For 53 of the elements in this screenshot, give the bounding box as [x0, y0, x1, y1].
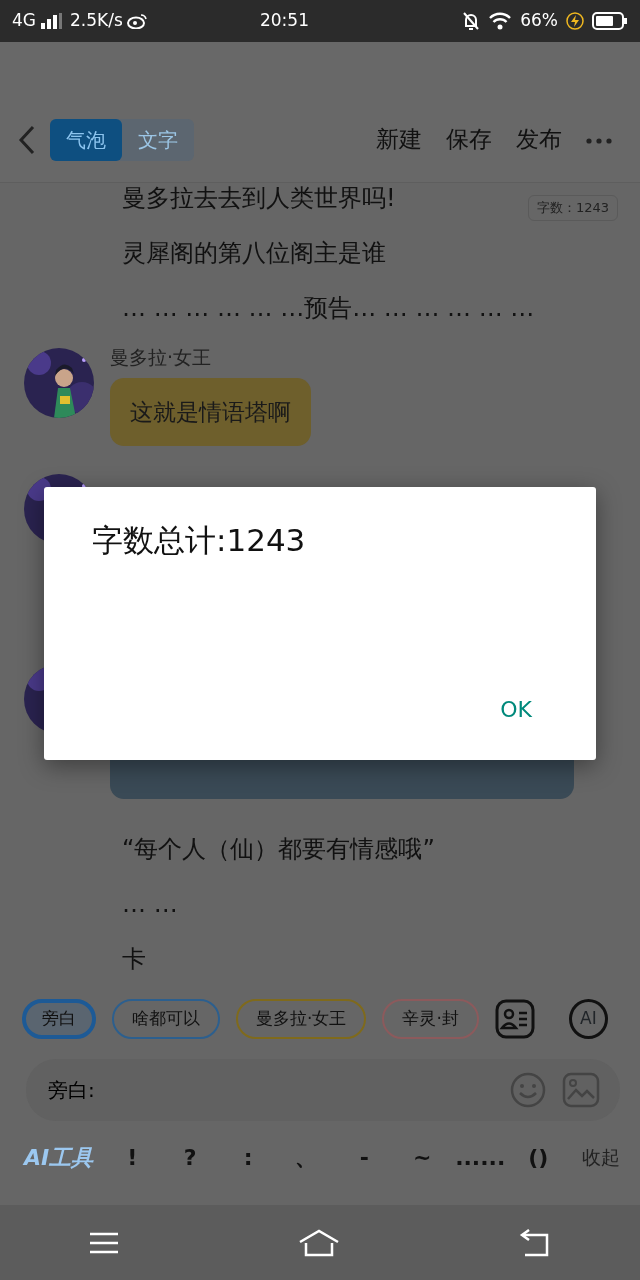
chat-bubble: 这就是情语塔啊 [110, 378, 311, 446]
clock: 20:51 [259, 9, 310, 33]
role-chip[interactable]: 辛灵·封 [382, 999, 479, 1039]
script-line: 曼多拉去去到人类世界吗! [122, 183, 396, 213]
role-chip[interactable]: 曼多拉·女王 [236, 999, 367, 1039]
back-button[interactable] [18, 124, 36, 155]
script-line: “每个人（仙）都要有情感哦” [122, 834, 435, 864]
action-button[interactable]: 保存 [434, 122, 504, 157]
punctuation-key[interactable]: ? [161, 1141, 220, 1174]
speaker-name: 曼多拉·女王 [110, 345, 213, 369]
ok-button[interactable]: OK [500, 693, 532, 726]
more-icon [586, 137, 612, 144]
punctuation-key[interactable]: - [335, 1141, 394, 1174]
word-count-badge: 字数：1243 [527, 195, 618, 221]
eye-logo-icon [126, 13, 147, 29]
punctuation-key[interactable]: 、 [277, 1141, 336, 1174]
network-speed: 2.5K/s [70, 9, 123, 33]
punctuation-key[interactable]: ! [103, 1141, 162, 1174]
bell-off-icon [462, 11, 481, 31]
script-line: … … … … … …预告… … … … … … [122, 293, 535, 323]
battery-percent: 66% [520, 9, 558, 33]
menu-icon [89, 1230, 120, 1255]
network-label: 4G [12, 9, 36, 33]
collapse-button[interactable]: 收起 [582, 1143, 620, 1172]
signal-icon [40, 13, 62, 29]
image-icon [562, 1072, 600, 1108]
mode-tab[interactable]: 文字 [122, 118, 194, 161]
role-chip[interactable]: 旁白 [22, 999, 96, 1039]
role-list-button[interactable] [494, 999, 535, 1039]
script-line: … … [122, 889, 178, 919]
punctuation-key[interactable]: ~ [393, 1141, 452, 1174]
mode-tab[interactable]: 气泡 [50, 118, 122, 161]
chevron-icon [18, 124, 36, 155]
battery-icon [592, 12, 628, 30]
punctuation-key[interactable]: ...... [451, 1141, 510, 1174]
punctuation-key[interactable]: () [509, 1141, 568, 1174]
back-arrow-icon [518, 1228, 551, 1257]
ai-button[interactable]: AI [568, 999, 608, 1039]
wifi-icon [488, 12, 513, 30]
contact-card-icon [494, 999, 535, 1039]
action-button[interactable]: 新建 [364, 122, 434, 157]
script-line: 灵犀阁的第八位阁主是谁 [122, 238, 386, 268]
script-line: 卡 [122, 944, 146, 974]
input-field[interactable]: 旁白: [46, 1074, 494, 1106]
home-icon [298, 1228, 340, 1257]
action-button[interactable]: 发布 [504, 122, 574, 157]
smiley-icon [510, 1072, 546, 1108]
role-chip[interactable]: 啥都可以 [112, 999, 220, 1039]
ai-tools-button[interactable]: AI工具 [22, 1141, 104, 1174]
dialog-message: 字数总计:1243 [92, 521, 307, 560]
input-box[interactable]: 旁白: [26, 1059, 620, 1121]
punctuation-key[interactable]: : [219, 1141, 278, 1174]
charging-icon [566, 12, 584, 30]
